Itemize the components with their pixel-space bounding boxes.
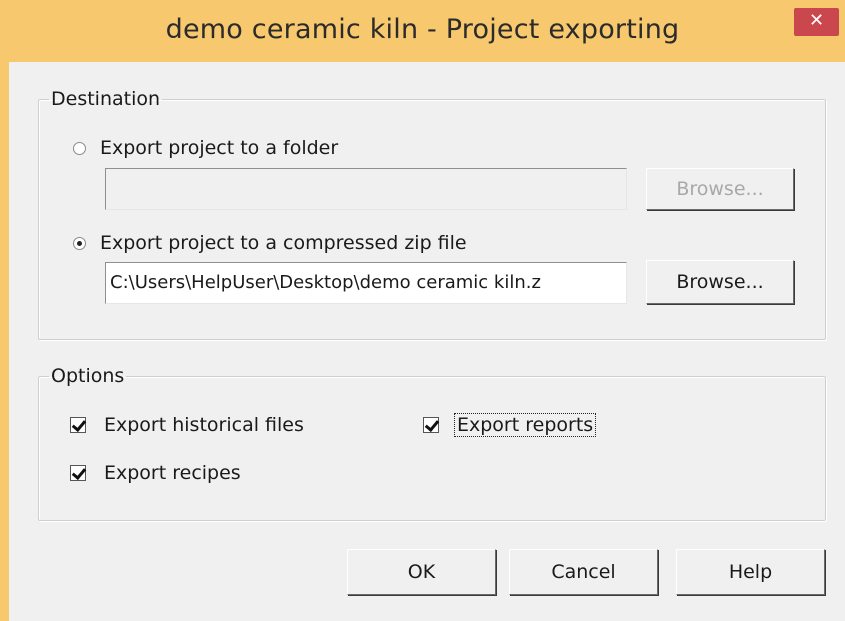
cancel-button[interactable]: Cancel [509, 549, 658, 595]
title-bar[interactable]: demo ceramic kiln - Project exporting ✕ [0, 0, 845, 62]
reports-label[interactable]: Export reports [453, 413, 597, 437]
folder-option-label[interactable]: Export project to a folder [100, 137, 338, 159]
folder-radio[interactable] [73, 141, 86, 155]
export-dialog: demo ceramic kiln - Project exporting ✕ … [0, 0, 845, 621]
options-legend: Options [51, 365, 125, 387]
window-title: demo ceramic kiln - Project exporting [165, 14, 680, 45]
close-button[interactable]: ✕ [794, 8, 839, 36]
folder-browse-button[interactable]: Browse... [646, 168, 794, 210]
zip-browse-button[interactable]: Browse... [646, 260, 794, 304]
historical-checkbox[interactable] [70, 417, 86, 433]
ok-button[interactable]: OK [347, 549, 496, 595]
folder-option-row[interactable]: Export project to a folder [73, 137, 338, 159]
dialog-client-area: Destination Export project to a folder B… [9, 62, 845, 621]
reports-checkbox[interactable] [423, 417, 439, 433]
help-button[interactable]: Help [676, 549, 825, 595]
destination-legend: Destination [51, 88, 161, 110]
zip-radio[interactable] [73, 236, 86, 250]
options-group: Options [38, 365, 826, 521]
recipes-option-row[interactable]: Export recipes [70, 462, 241, 484]
folder-path-field[interactable] [105, 168, 627, 210]
close-icon: ✕ [808, 10, 825, 31]
recipes-checkbox[interactable] [70, 465, 86, 481]
zip-option-label[interactable]: Export project to a compressed zip file [100, 232, 467, 254]
historical-label[interactable]: Export historical files [104, 414, 304, 436]
zip-path-field[interactable]: C:\Users\HelpUser\Desktop\demo ceramic k… [105, 262, 627, 304]
recipes-label[interactable]: Export recipes [104, 462, 241, 484]
zip-option-row[interactable]: Export project to a compressed zip file [73, 232, 467, 254]
reports-option-row[interactable]: Export reports [423, 413, 597, 437]
historical-option-row[interactable]: Export historical files [70, 414, 304, 436]
